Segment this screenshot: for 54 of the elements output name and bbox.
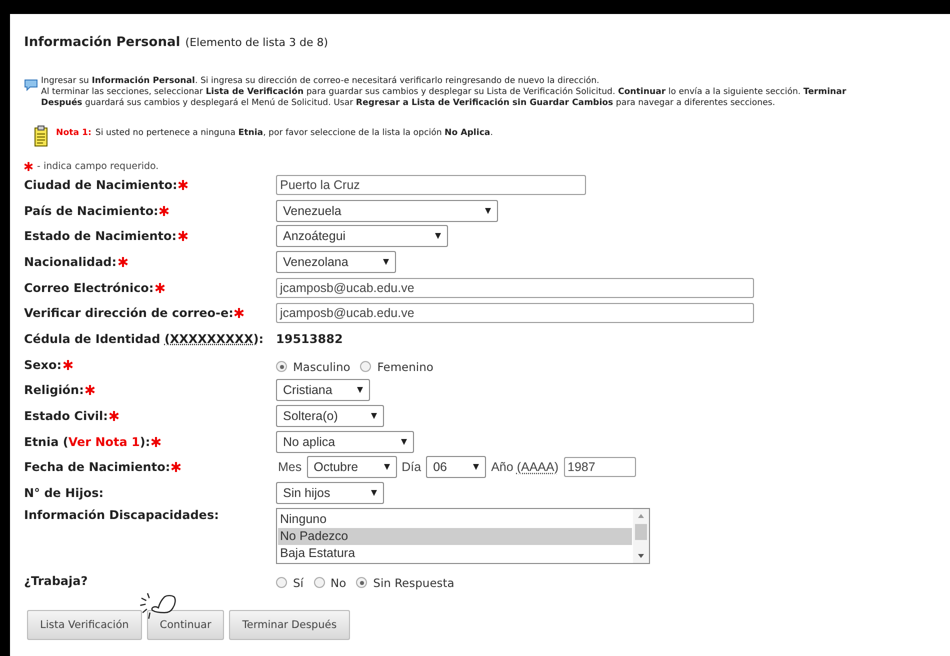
text-field[interactable]: Puerto la Cruz [276, 174, 586, 195]
field-label: Sexo: [24, 358, 62, 372]
field-label: Correo Electrónico: [24, 280, 154, 295]
field-label: Estado Civil: [24, 409, 108, 424]
radio-button[interactable]: No [314, 576, 346, 590]
field-label: Estado de Nacimiento: [24, 229, 177, 244]
dropdown[interactable]: 06 [426, 456, 486, 478]
instructions-text: Ingresar su Información Personal. Si ingresa su dirección de correo-e necesitará verificarlo reingresando de nuevo la dirección. Al terminar las secciones, seleccionar Lista de Verificación para guardar sus cambios y desplegar su Lista de Verificación Solicitud. Continuar lo envía a la siguiente sección. Terminar Después guardará sus cambios y desplegará el Menú de Solicitud. Usar Regresar a Lista de Verificación sin Guardar Cambios para navegar a diferentes secciones. [41, 76, 846, 109]
field-label: Fecha de Nacimiento: [24, 460, 170, 474]
required-hint: - indica campo requerido. [37, 161, 159, 172]
page-subtitle: (Elemento de lista 3 de 8) [185, 36, 328, 49]
dropdown[interactable]: Soltera(o) [276, 405, 384, 428]
text-field[interactable]: 1987 [564, 457, 636, 478]
text-field[interactable]: jcamposb@ucab.edu.ve [276, 303, 754, 324]
form-button[interactable]: Lista Verificación [27, 610, 142, 640]
date-caption: Mes [278, 460, 302, 474]
radio-button[interactable]: Masculino [276, 360, 350, 374]
dropdown[interactable]: Cristiana [276, 379, 370, 402]
field-label: Información Discapacidades: [24, 508, 219, 522]
radio-button[interactable]: Sí [276, 576, 304, 590]
note-icon [34, 125, 48, 147]
scrollbar[interactable] [633, 508, 649, 563]
dropdown[interactable]: Venezuela [276, 200, 498, 222]
form-button[interactable]: Terminar Después [229, 610, 350, 640]
page-title: Información Personal [24, 35, 180, 50]
field-label: Ciudad de Nacimiento: [24, 178, 178, 192]
list-option[interactable]: No Padezco [278, 528, 632, 545]
field-label: Religión: [24, 383, 84, 398]
date-caption: Año (AAAA) [491, 460, 558, 474]
text-field[interactable]: jcamposb@ucab.edu.ve [276, 278, 754, 298]
radio-button[interactable]: Sin Respuesta [356, 576, 454, 590]
dropdown[interactable]: Sin hijos [276, 482, 384, 504]
list-option[interactable]: Ninguno [278, 510, 632, 528]
required-icon [24, 162, 33, 171]
date-caption: Día [402, 460, 422, 474]
list-box[interactable]: Ninguno No Padezco Baja Estatura [276, 508, 650, 564]
note-text: Si usted no pertenece a ninguna Etnia, por favor seleccione de la lista la opción No Aplica. [95, 128, 493, 138]
field-label: N° de Hijos: [24, 486, 104, 500]
field-label: Etnia (Ver Nota 1): [24, 434, 150, 449]
field-label: Cédula de Identidad (XXXXXXXXX): [24, 332, 264, 346]
form-button[interactable]: Continuar [146, 610, 224, 640]
field-value: 19513882 [276, 332, 343, 346]
list-option[interactable]: Baja Estatura [278, 544, 632, 562]
radio-button[interactable]: Femenino [360, 360, 434, 374]
dropdown[interactable]: Anzoátegui [276, 225, 448, 248]
speech-bubble-icon [24, 79, 38, 91]
field-label: ¿Trabaja? [24, 574, 88, 588]
field-label: País de Nacimiento: [24, 204, 158, 218]
note-label: Nota 1: [56, 128, 92, 138]
field-label: Verificar dirección de correo-e: [24, 306, 234, 320]
dropdown[interactable]: Octubre [306, 456, 397, 478]
dropdown[interactable]: Venezolana [276, 250, 396, 273]
field-label: Nacionalidad: [24, 254, 117, 269]
dropdown[interactable]: No aplica [276, 430, 414, 453]
